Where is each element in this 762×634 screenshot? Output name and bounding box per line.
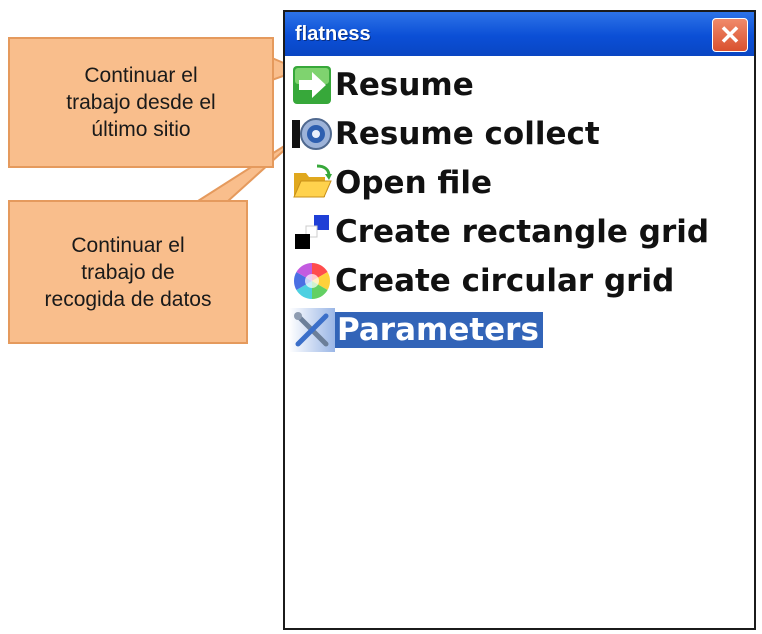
menu-item-label: Open file: [335, 164, 493, 201]
callout-1-line-2: trabajo desde el: [66, 91, 216, 114]
menu-item-resume[interactable]: Resume: [289, 60, 750, 109]
callout-resume: Continuar el trabajo desde el último sit…: [8, 37, 274, 168]
window-title: flatness: [295, 22, 371, 45]
menu-item-label: Resume collect: [335, 115, 600, 152]
tools-icon: [289, 307, 335, 352]
menu-item-label: Parameters: [335, 311, 543, 348]
menu-item-create-circular-grid[interactable]: Create circular grid: [289, 256, 750, 305]
callout-resume-collect: Continuar el trabajo de recogida de dato…: [8, 200, 248, 344]
resume-collect-icon: [289, 112, 335, 156]
callout-2-line-3: recogida de datos: [44, 287, 212, 311]
main-menu: Resume Resume collect Open file Create r…: [289, 60, 750, 354]
callout-1-line-1: Continuar el: [84, 64, 198, 87]
menu-item-label: Create circular grid: [335, 262, 675, 299]
menu-item-open-file[interactable]: Open file: [289, 158, 750, 207]
callout-2-line-2: trabajo de: [81, 260, 175, 284]
app-window: flatness ✕ Resume Resume collect Open fi…: [283, 10, 756, 630]
menu-item-create-rectangle-grid[interactable]: Create rectangle grid: [289, 207, 750, 256]
menu-item-parameters[interactable]: Parameters: [289, 305, 750, 354]
circular-grid-icon: [289, 259, 335, 303]
resume-arrow-icon: [289, 63, 335, 107]
rectangle-grid-icon: [289, 210, 335, 254]
close-icon: ✕: [719, 19, 741, 50]
close-button[interactable]: ✕: [712, 18, 748, 52]
menu-item-label: Create rectangle grid: [335, 213, 710, 250]
menu-item-label: Resume: [335, 66, 474, 103]
callout-1-line-3: último sitio: [91, 118, 191, 141]
callout-2-line-1: Continuar el: [71, 233, 185, 257]
title-bar[interactable]: flatness ✕: [285, 12, 754, 56]
folder-open-icon: [289, 161, 335, 205]
menu-item-resume-collect[interactable]: Resume collect: [289, 109, 750, 158]
